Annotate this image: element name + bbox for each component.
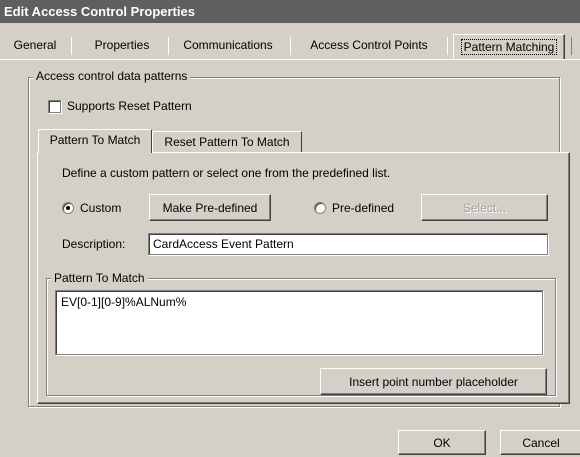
tab-separator: [71, 37, 72, 55]
window-title: Edit Access Control Properties: [0, 0, 580, 23]
description-field[interactable]: CardAccess Event Pattern: [148, 233, 548, 255]
select-button[interactable]: Select...: [421, 194, 548, 221]
predefined-radio-label[interactable]: Pre-defined: [332, 201, 394, 215]
tab-pattern-to-match[interactable]: Pattern To Match: [38, 129, 152, 153]
supports-reset-checkbox[interactable]: [48, 100, 61, 113]
access-control-patterns-legend: Access control data patterns: [33, 69, 191, 83]
pattern-instruction-text: Define a custom pattern or select one fr…: [62, 166, 391, 180]
tab-properties[interactable]: Properties: [86, 34, 158, 58]
pattern-to-match-legend: Pattern To Match: [51, 271, 148, 285]
tab-panel-edge: [0, 59, 580, 60]
description-label: Description:: [62, 237, 126, 251]
tab-separator: [168, 37, 169, 55]
tab-pattern-matching[interactable]: Pattern Matching: [453, 34, 565, 60]
supports-reset-label[interactable]: Supports Reset Pattern: [67, 99, 192, 113]
tab-access-control-points[interactable]: Access Control Points: [298, 34, 440, 58]
tab-pattern-matching-label: Pattern Matching: [460, 39, 558, 55]
tab-separator: [571, 37, 572, 55]
predefined-radio[interactable]: [314, 202, 326, 214]
cancel-button[interactable]: Cancel: [500, 430, 580, 455]
pattern-textarea[interactable]: EV[0-1][0-9]%ALNum%: [55, 290, 543, 355]
insert-placeholder-button[interactable]: Insert point number placeholder: [320, 368, 547, 395]
tab-communications[interactable]: Communications: [176, 34, 280, 58]
ok-button[interactable]: OK: [398, 430, 486, 455]
tab-reset-pattern-to-match[interactable]: Reset Pattern To Match: [152, 131, 302, 153]
tab-separator: [447, 37, 448, 55]
custom-radio[interactable]: [62, 202, 74, 214]
radio-selected-dot: [66, 206, 70, 210]
custom-radio-label[interactable]: Custom: [80, 201, 121, 215]
tab-general[interactable]: General: [4, 34, 66, 58]
make-predefined-button[interactable]: Make Pre-defined: [149, 194, 271, 221]
tab-separator: [290, 37, 291, 55]
